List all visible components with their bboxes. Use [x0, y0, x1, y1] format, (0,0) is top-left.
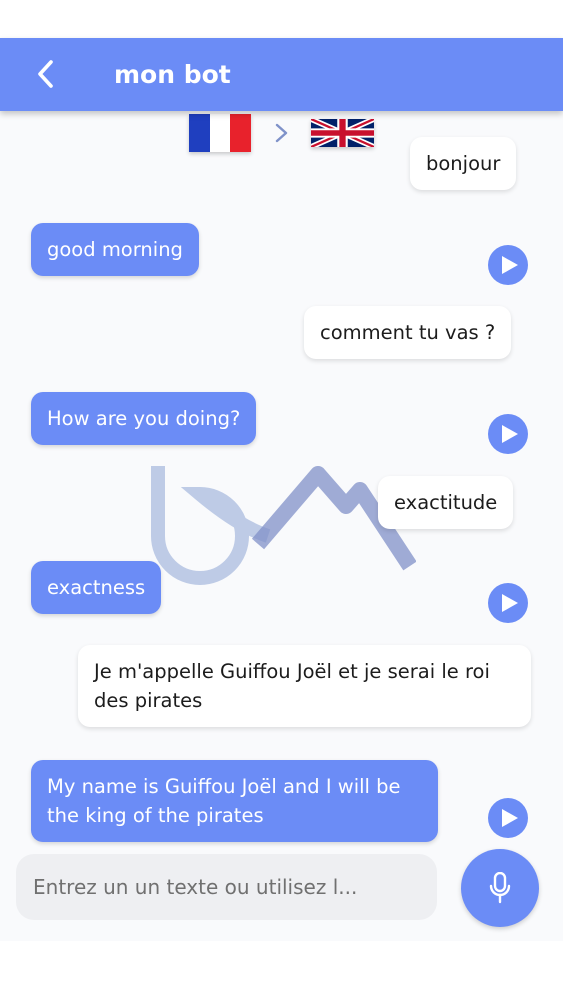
back-button[interactable]	[28, 56, 64, 92]
play-icon	[501, 256, 518, 274]
play-icon	[501, 425, 518, 443]
bot-message: exactness	[31, 561, 162, 614]
microphone-button[interactable]	[461, 849, 539, 927]
play-icon	[501, 809, 518, 827]
uk-flag[interactable]	[311, 119, 374, 147]
message-input-container[interactable]	[16, 854, 437, 920]
user-message: Je m'appelle Guiffou Joël et je serai le…	[78, 645, 531, 727]
user-message: exactitude	[378, 476, 514, 529]
chevron-right-icon	[275, 123, 288, 143]
play-button[interactable]	[488, 245, 528, 285]
user-message: comment tu vas ?	[304, 306, 512, 359]
france-flag[interactable]	[189, 114, 252, 152]
play-button[interactable]	[488, 583, 528, 623]
play-button[interactable]	[488, 414, 528, 454]
message-input[interactable]	[33, 875, 423, 899]
play-icon	[501, 594, 518, 612]
user-message: bonjour	[410, 137, 517, 190]
bot-message: good morning	[31, 223, 199, 276]
page-title: mon bot	[114, 60, 231, 89]
bottom-area	[0, 941, 563, 1000]
bot-message: My name is Guiffou Joël and I will be th…	[31, 760, 438, 842]
bot-message: How are you doing?	[31, 392, 257, 445]
chevron-left-icon	[38, 60, 53, 88]
play-button[interactable]	[488, 798, 528, 838]
app-bar: mon bot	[0, 38, 563, 111]
microphone-icon	[489, 872, 511, 904]
status-bar	[0, 0, 563, 38]
